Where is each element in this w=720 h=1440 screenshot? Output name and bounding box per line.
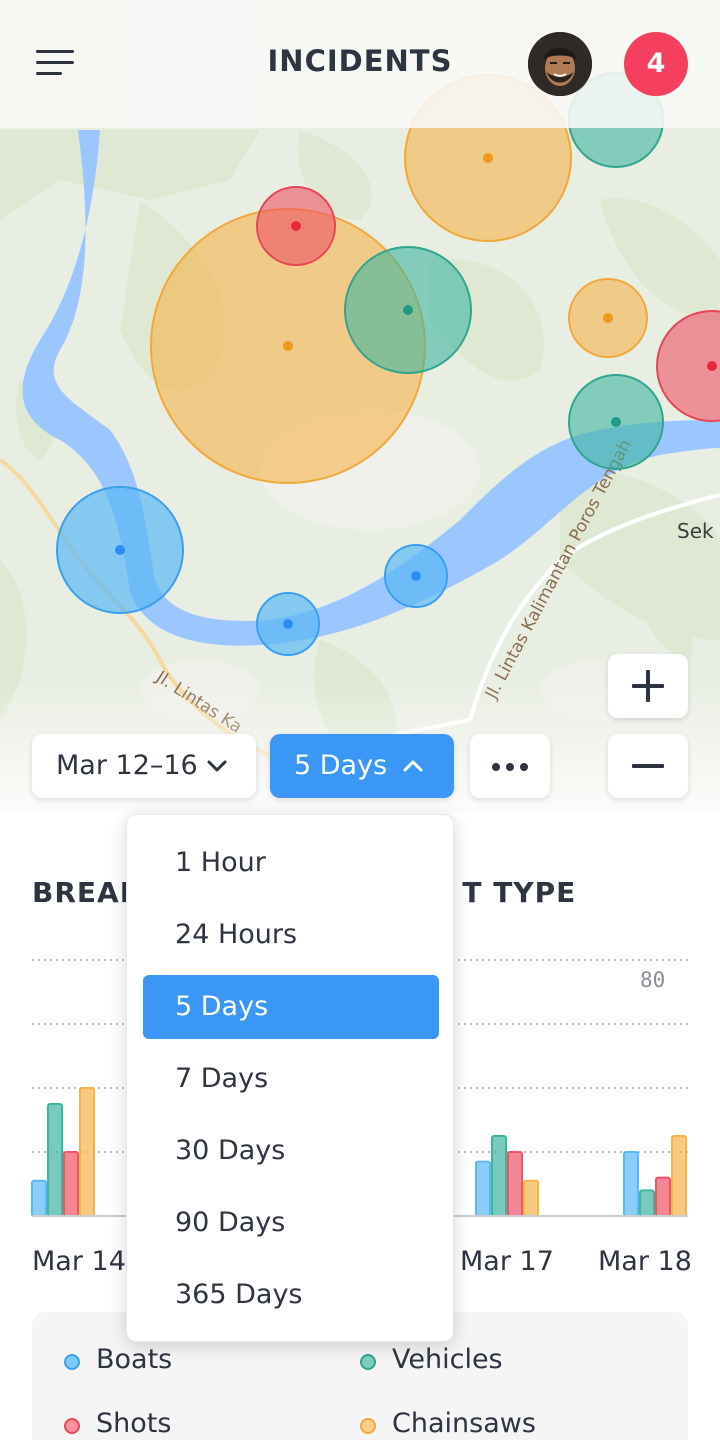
bar-vehicles-mar-17 [491, 1135, 507, 1217]
date-range-button[interactable]: Mar 12–16 [32, 734, 256, 798]
boat-incident-center [283, 619, 293, 629]
more-icon-dot [492, 763, 500, 771]
bar-shots-mar-17 [507, 1151, 523, 1217]
period-select-button[interactable]: 5 Days [270, 734, 454, 798]
y-tick-label: 80 [640, 968, 666, 992]
zoom-out-button[interactable] [608, 734, 688, 798]
bar-vehicles-mar-14 [47, 1103, 63, 1217]
boat-incident-center [115, 545, 125, 555]
x-tick-label: Mar 17 [460, 1246, 554, 1277]
chainsaws-legend-dot [360, 1418, 376, 1434]
x-tick-label: Mar 14 [32, 1246, 126, 1277]
dropdown-option-1-hour[interactable]: 1 Hour [143, 831, 439, 895]
avatar-image [528, 32, 592, 96]
app-header: INCIDENTS 4 [0, 0, 720, 128]
bar-shots-mar-14 [63, 1151, 79, 1217]
bar-chainsaws-mar-18 [671, 1135, 687, 1217]
legend-label: Shots [96, 1408, 172, 1439]
plus-icon [632, 670, 664, 702]
vehicles-legend-dot [360, 1354, 376, 1370]
shots-legend-dot [64, 1418, 80, 1434]
legend-item-chainsaws[interactable]: Chainsaws [360, 1408, 536, 1439]
page-title: INCIDENTS [267, 44, 453, 78]
more-icon-dot [520, 763, 528, 771]
dropdown-option-90-days[interactable]: 90 Days [143, 1191, 439, 1255]
dropdown-option-7-days[interactable]: 7 Days [143, 1047, 439, 1111]
legend-label: Chainsaws [392, 1408, 536, 1439]
more-icon-dot [506, 763, 514, 771]
legend-label: Vehicles [392, 1344, 503, 1375]
road-label: Sek [677, 519, 714, 543]
chainsaw-incident-center [483, 153, 493, 163]
bar-chainsaws-mar-14 [79, 1087, 95, 1217]
dropdown-option-5-days[interactable]: 5 Days [143, 975, 439, 1039]
bar-boats-mar-14 [31, 1179, 47, 1218]
chainsaw-incident-center [283, 341, 293, 351]
boat-incident-center [411, 571, 421, 581]
bar-boats-mar-18 [623, 1151, 639, 1217]
dropdown-option-30-days[interactable]: 30 Days [143, 1119, 439, 1183]
period-dropdown-menu: 1 Hour 24 Hours 5 Days 7 Days 30 Days 90… [126, 814, 454, 1342]
legend-label: Boats [96, 1344, 173, 1375]
notification-badge[interactable]: 4 [624, 32, 688, 96]
bar-shots-mar-18 [655, 1176, 671, 1218]
vehicle-incident-center [611, 417, 621, 427]
avatar[interactable] [528, 32, 592, 96]
vehicle-incident-center [403, 305, 413, 315]
chevron-up-icon [403, 760, 423, 772]
boats-legend-dot [64, 1354, 80, 1370]
shot-incident-center [291, 221, 301, 231]
section-title-right: T TYPE [462, 876, 577, 909]
bar-chainsaws-mar-17 [523, 1179, 539, 1218]
dropdown-option-365-days[interactable]: 365 Days [143, 1263, 439, 1327]
date-range-label: Mar 12–16 [56, 750, 198, 781]
more-options-button[interactable] [470, 734, 550, 798]
chevron-down-icon [207, 760, 227, 772]
legend-item-shots[interactable]: Shots [64, 1408, 172, 1439]
shot-incident-center [707, 361, 717, 371]
chainsaw-incident-center [603, 313, 613, 323]
x-tick-label: Mar 18 [598, 1246, 692, 1277]
legend-item-vehicles[interactable]: Vehicles [360, 1344, 503, 1375]
dropdown-option-24-hours[interactable]: 24 Hours [143, 903, 439, 967]
minus-icon [632, 764, 664, 768]
period-label: 5 Days [294, 750, 388, 781]
bar-vehicles-mar-18 [639, 1189, 655, 1217]
zoom-in-button[interactable] [608, 654, 688, 718]
bar-boats-mar-17 [475, 1160, 491, 1218]
legend-item-boats[interactable]: Boats [64, 1344, 173, 1375]
